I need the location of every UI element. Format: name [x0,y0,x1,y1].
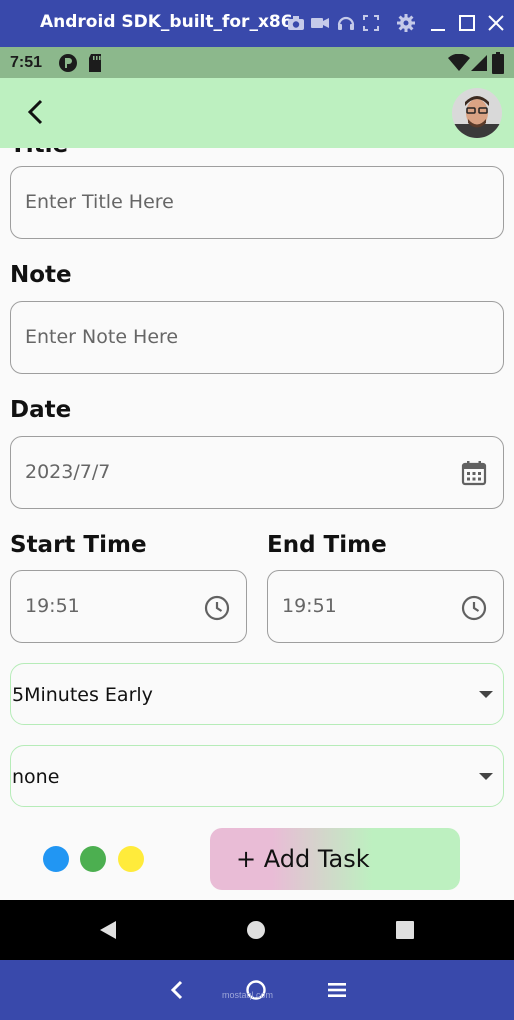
start-time-label: Start Time [10,532,147,558]
repeat-select[interactable]: none [10,745,504,807]
calendar-icon[interactable] [461,460,487,486]
minimize-icon[interactable] [428,13,448,33]
back-arrow-icon[interactable] [24,98,48,126]
date-label: Date [10,397,72,423]
remind-select[interactable]: 5Minutes Early [10,663,504,725]
nav-home-icon[interactable] [246,920,266,940]
add-task-label: + Add Task [236,845,370,873]
color-option-blue[interactable] [43,846,69,872]
sd-card-icon [89,54,101,72]
android-nav-bar [0,900,514,960]
app-bar [0,78,514,148]
color-option-yellow[interactable] [118,846,144,872]
battery-icon [492,52,504,74]
add-task-form: Title Enter Title Here Note Enter Note H… [0,148,514,900]
remind-select-value: 5Minutes Early [12,684,153,706]
start-time-field[interactable]: 19:51 [10,570,247,643]
emulator-title: Android SDK_built_for_x86 [40,12,293,32]
repeat-select-value: none [12,766,60,788]
app-notification-icon [59,54,77,72]
headset-icon[interactable] [336,13,356,33]
camera-icon[interactable] [286,13,306,33]
fullscreen-icon[interactable] [361,13,381,33]
title-field[interactable]: Enter Title Here [10,166,504,239]
start-time-value: 19:51 [25,595,80,617]
status-bar: 7:51 [0,47,514,78]
emulator-menu-icon[interactable] [327,980,347,1000]
watermark: mostaql.com [222,990,274,1000]
note-label: Note [10,262,72,288]
dropdown-arrow-icon [479,773,493,780]
avatar[interactable] [452,88,502,138]
dropdown-arrow-icon [479,691,493,698]
maximize-icon[interactable] [457,13,477,33]
clock-icon[interactable] [204,595,230,621]
signal-icon [471,55,487,71]
date-value: 2023/7/7 [25,461,111,483]
emulator-bottom-bar: mostaql.com [0,960,514,1020]
title-field-placeholder: Enter Title Here [25,191,174,213]
settings-icon[interactable] [396,13,416,33]
video-icon[interactable] [310,13,330,33]
color-option-green[interactable] [80,846,106,872]
emulator-back-icon[interactable] [168,979,186,1001]
end-time-label: End Time [267,532,387,558]
add-task-button[interactable]: + Add Task [210,828,460,890]
nav-recents-icon[interactable] [395,920,415,940]
note-field-placeholder: Enter Note Here [25,326,179,348]
wifi-icon [448,54,470,71]
clock-icon[interactable] [461,595,487,621]
title-label-partial: Title [10,148,68,158]
nav-back-icon[interactable] [97,919,119,941]
date-field[interactable]: 2023/7/7 [10,436,504,509]
end-time-value: 19:51 [282,595,337,617]
end-time-field[interactable]: 19:51 [267,570,504,643]
emulator-title-bar: Android SDK_built_for_x86 [0,0,514,47]
note-field[interactable]: Enter Note Here [10,301,504,374]
close-icon[interactable] [486,13,506,33]
status-time: 7:51 [10,54,43,71]
